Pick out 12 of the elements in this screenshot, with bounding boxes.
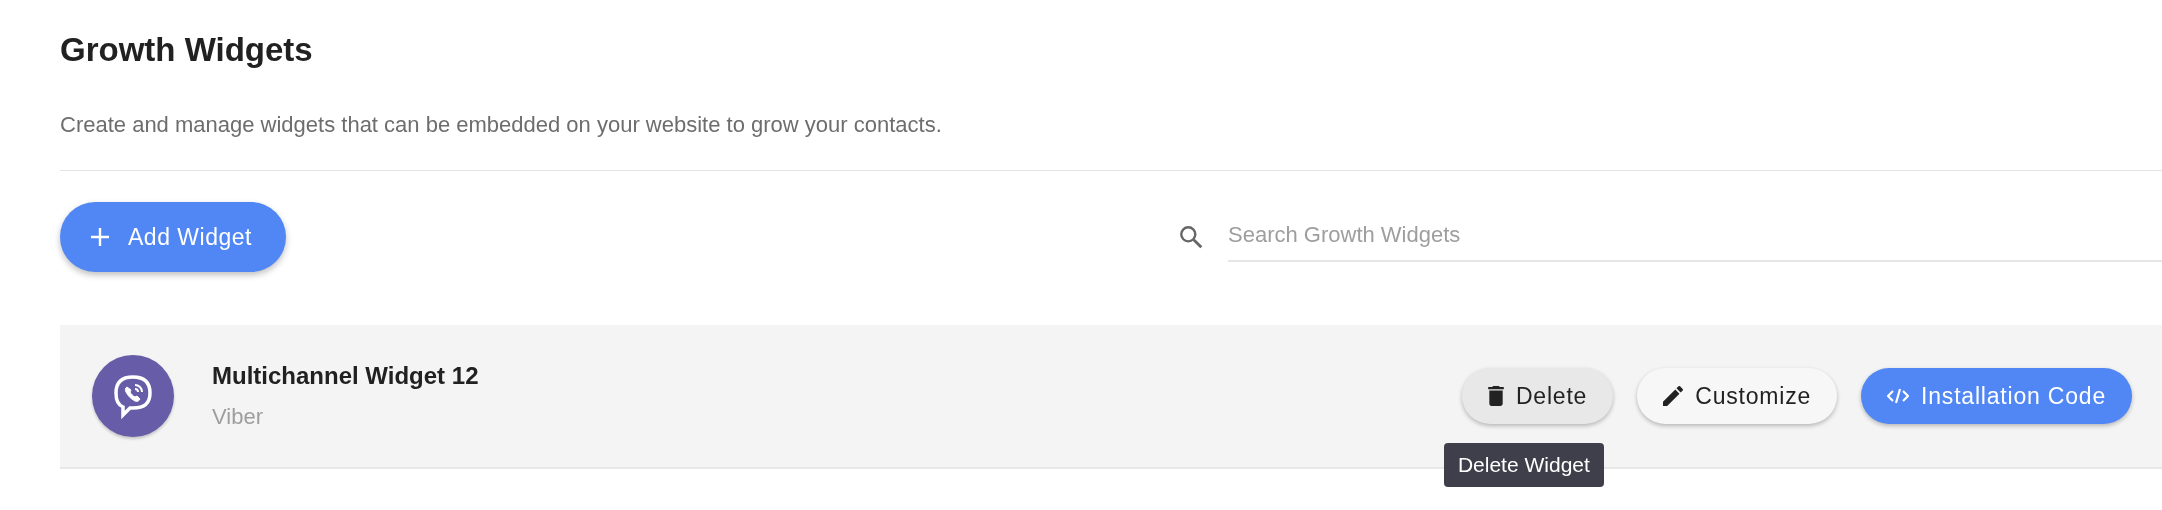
page-description: Create and manage widgets that can be embedded on your website to grow your contacts. [60, 111, 943, 139]
plus-icon [90, 227, 110, 247]
customize-button[interactable]: Customize [1637, 368, 1838, 424]
page-title: Growth Widgets [60, 30, 314, 70]
trash-icon [1487, 386, 1504, 406]
search-icon [1178, 224, 1204, 250]
widget-channel: Viber [212, 404, 264, 430]
code-icon [1887, 386, 1910, 406]
tooltip: Delete Widget [1443, 443, 1604, 487]
widget-name: Multichannel Widget 12 [212, 362, 479, 390]
delete-button[interactable]: Delete [1461, 368, 1614, 424]
pencil-icon [1663, 386, 1684, 406]
